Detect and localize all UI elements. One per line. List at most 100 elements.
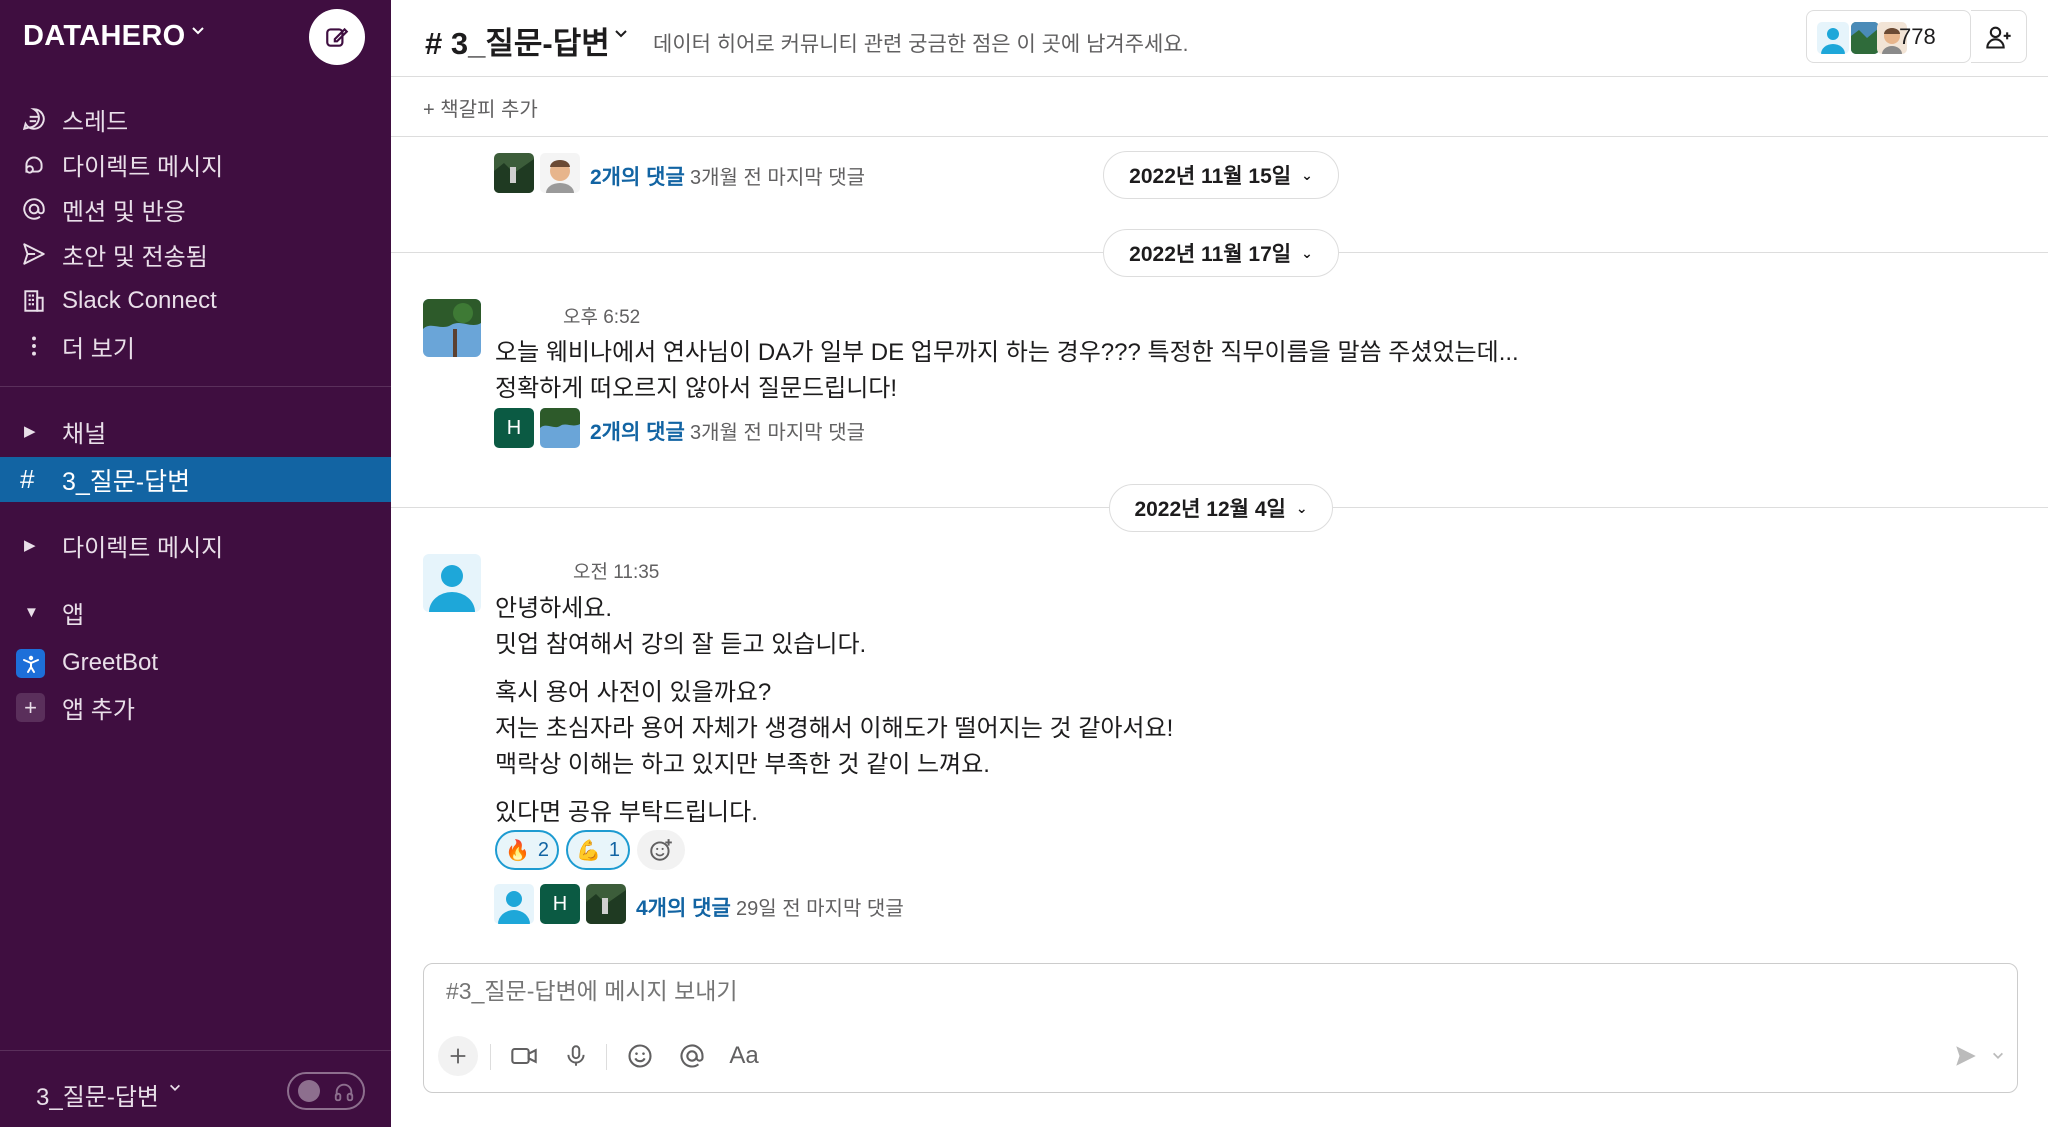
reaction-count: 1 xyxy=(608,838,621,861)
chevron-down-icon: ⌄ xyxy=(1295,499,1308,516)
emoji-button[interactable] xyxy=(620,1036,660,1076)
slack-app: DATAHERO 스레드 다이렉트 메시지 멘션 및 반응 초안 및 전송됨 S… xyxy=(0,0,2048,1127)
building-icon xyxy=(20,287,48,315)
member-count: 778 xyxy=(1899,24,1936,49)
thread-replies[interactable]: H 4개의 댓글 29일 전 마지막 댓글 xyxy=(494,884,1054,924)
reaction-fire[interactable]: 🔥 2 xyxy=(495,830,559,870)
add-app-label: 앱 추가 xyxy=(62,696,135,724)
avatar xyxy=(1817,22,1849,54)
sidebar-divider xyxy=(0,386,391,387)
toolbar-divider xyxy=(490,1044,491,1070)
compose-button[interactable] xyxy=(309,9,365,65)
message-text: 혹시 용어 사전이 있을까요? xyxy=(495,679,772,706)
message-input[interactable] xyxy=(446,978,1946,1005)
section-channels[interactable]: ▶ 채널 xyxy=(0,409,391,453)
chevron-down-icon xyxy=(1993,1052,2003,1059)
avatar: H xyxy=(540,884,580,924)
sidebar-item-greetbot[interactable]: GreetBot xyxy=(0,641,391,685)
avatar xyxy=(1851,22,1879,54)
attach-button[interactable] xyxy=(438,1036,478,1076)
workspace-header[interactable]: DATAHERO xyxy=(0,0,391,74)
send-button[interactable] xyxy=(1946,1036,1986,1076)
nav-threads-label: 스레드 xyxy=(62,108,129,136)
section-apps-label: 앱 xyxy=(62,601,85,629)
avatar xyxy=(494,153,534,193)
threads-icon xyxy=(20,105,48,133)
nav-more[interactable]: 더 보기 xyxy=(0,324,391,368)
video-clip-button[interactable] xyxy=(504,1036,544,1076)
avatar xyxy=(540,408,580,448)
message-text: 있다면 공유 부탁드립니다. xyxy=(495,799,758,826)
formatting-button[interactable]: Aa xyxy=(724,1036,764,1076)
channel-title[interactable]: # 3_질문-답변 xyxy=(425,18,610,63)
avatar xyxy=(586,884,626,924)
member-list-button[interactable] xyxy=(1806,10,1971,63)
add-member-button[interactable] xyxy=(1971,10,2027,63)
add-bookmark-button[interactable]: + 책갈피 추가 xyxy=(423,93,538,122)
microphone-icon xyxy=(567,1045,585,1066)
nav-mentions[interactable]: 멘션 및 반응 xyxy=(0,187,391,231)
avatar[interactable] xyxy=(423,299,481,357)
thread-replies[interactable]: 2개의 댓글 3개월 전 마지막 댓글 xyxy=(494,153,1014,193)
toolbar-divider xyxy=(606,1044,607,1070)
message-timestamp[interactable]: 오후 6:52 xyxy=(563,302,640,329)
nav-drafts[interactable]: 초안 및 전송됨 xyxy=(0,232,391,276)
video-icon xyxy=(511,1047,537,1065)
headphones-icon xyxy=(333,1081,355,1108)
nav-slack-connect[interactable]: Slack Connect xyxy=(0,279,391,323)
message-text: 안녕하세요. xyxy=(495,595,613,622)
nav-mentions-label: 멘션 및 반응 xyxy=(62,198,186,226)
message-text: 정확하게 떠오르지 않아서 질문드립니다! xyxy=(495,375,898,402)
date-label: 2022년 12월 4일 xyxy=(1134,498,1286,521)
add-reaction-button[interactable] xyxy=(637,830,685,870)
send-options-button[interactable] xyxy=(1986,1036,2010,1076)
plus-icon: + xyxy=(16,693,45,722)
section-apps[interactable]: ▼ 앱 xyxy=(0,590,391,634)
chevron-down-icon: ⌄ xyxy=(1301,244,1313,261)
nav-drafts-label: 초안 및 전송됨 xyxy=(62,243,208,271)
chevron-down-icon[interactable] xyxy=(613,26,629,47)
toggle-knob xyxy=(298,1080,320,1102)
date-divider-pill[interactable]: 2022년 12월 4일 ⌄ xyxy=(1109,484,1333,532)
thread-reply-count[interactable]: 2개의 댓글 xyxy=(590,416,685,446)
section-channels-label: 채널 xyxy=(62,420,107,448)
nav-direct-messages[interactable]: 다이렉트 메시지 xyxy=(0,142,391,186)
greetbot-icon xyxy=(16,649,45,678)
sidebar-item-channel-active[interactable]: # 3_질문-답변 xyxy=(0,457,391,502)
date-divider-pill[interactable]: 2022년 11월 17일 ⌄ xyxy=(1103,229,1339,277)
thread-last-reply: 3개월 전 마지막 댓글 xyxy=(690,167,865,189)
nav-dm-label: 다이렉트 메시지 xyxy=(62,153,224,181)
more-vertical-icon xyxy=(20,332,48,360)
hash-icon: # xyxy=(20,464,35,494)
section-dm-label: 다이렉트 메시지 xyxy=(62,534,224,562)
add-emoji-icon xyxy=(650,839,672,861)
message-timestamp[interactable]: 오전 11:35 xyxy=(573,557,659,584)
message-text: 오늘 웨비나에서 연사님이 DA가 일부 DE 업무까지 하는 경우??? 특정… xyxy=(495,339,1519,366)
nav-threads[interactable]: 스레드 xyxy=(0,97,391,141)
reaction-muscle[interactable]: 💪 1 xyxy=(566,830,630,870)
bookmark-bar: + 책갈피 추가 xyxy=(391,77,2048,137)
chevron-down-icon: ⌄ xyxy=(1301,166,1313,183)
thread-last-reply: 3개월 전 마지막 댓글 xyxy=(690,422,865,444)
compose-icon xyxy=(326,27,349,47)
date-divider-pill[interactable]: 2022년 11월 15일 ⌄ xyxy=(1103,151,1339,199)
audio-clip-button[interactable] xyxy=(556,1036,596,1076)
sidebar: DATAHERO 스레드 다이렉트 메시지 멘션 및 반응 초안 및 전송됨 S… xyxy=(0,0,391,1127)
thread-reply-count[interactable]: 4개의 댓글 xyxy=(636,892,731,922)
send-icon xyxy=(1956,1046,1976,1066)
mention-button[interactable] xyxy=(672,1036,712,1076)
sidebar-item-add-app[interactable]: 앱 추가 xyxy=(0,685,391,729)
plus-icon xyxy=(450,1048,466,1064)
footer-channel-label[interactable]: 3_질문-답변 xyxy=(36,1077,159,1112)
huddle-toggle[interactable] xyxy=(287,1072,365,1110)
greetbot-label: GreetBot xyxy=(62,649,159,676)
section-direct-messages[interactable]: ▶ 다이렉트 메시지 xyxy=(0,523,391,567)
avatar[interactable] xyxy=(423,554,481,612)
thread-replies[interactable]: H 2개의 댓글 3개월 전 마지막 댓글 xyxy=(494,408,1014,448)
caret-right-icon: ▶ xyxy=(24,423,36,440)
thread-reply-count[interactable]: 2개의 댓글 xyxy=(590,161,685,191)
workspace-name[interactable]: DATAHERO xyxy=(23,20,185,53)
chevron-down-icon[interactable] xyxy=(168,1081,182,1100)
channel-topic[interactable]: 데이터 히어로 커뮤니티 관련 궁금한 점은 이 곳에 남겨주세요. xyxy=(653,28,1189,58)
chevron-down-icon[interactable] xyxy=(190,22,206,45)
